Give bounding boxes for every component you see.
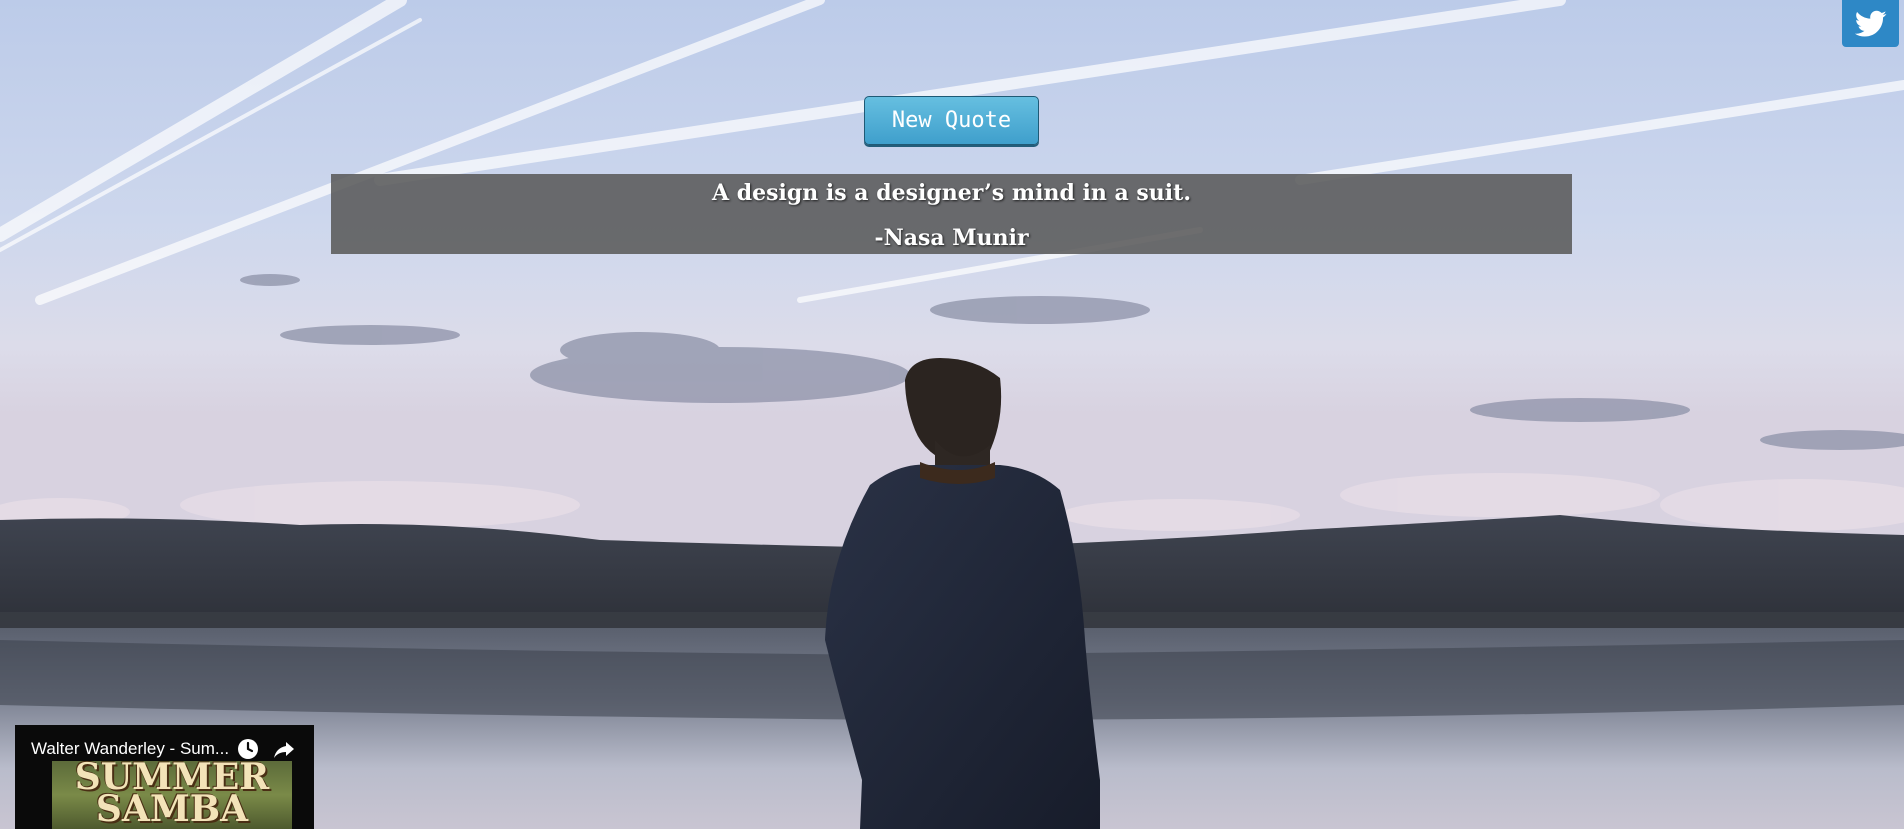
quote-text: A design is a designer’s mind in a suit. — [712, 180, 1191, 206]
album-art-title: SUMMER SAMBA — [74, 761, 270, 829]
new-quote-button[interactable]: New Quote — [864, 96, 1039, 145]
page-background: New Quote A design is a designer’s mind … — [0, 0, 1904, 829]
share-arrow-icon[interactable] — [272, 737, 296, 761]
album-art-thumbnail[interactable]: SUMMER SAMBA — [52, 761, 292, 829]
twitter-share-button[interactable] — [1842, 0, 1899, 47]
quote-box: A design is a designer’s mind in a suit.… — [331, 174, 1572, 254]
quote-author: -Nasa Munir — [874, 225, 1029, 251]
video-title[interactable]: Walter Wanderley - Sum... — [31, 739, 251, 759]
clock-icon[interactable] — [236, 737, 260, 761]
video-player[interactable]: Walter Wanderley - Sum... SUMMER SAMBA — [15, 725, 314, 829]
twitter-bird-icon — [1854, 10, 1886, 37]
